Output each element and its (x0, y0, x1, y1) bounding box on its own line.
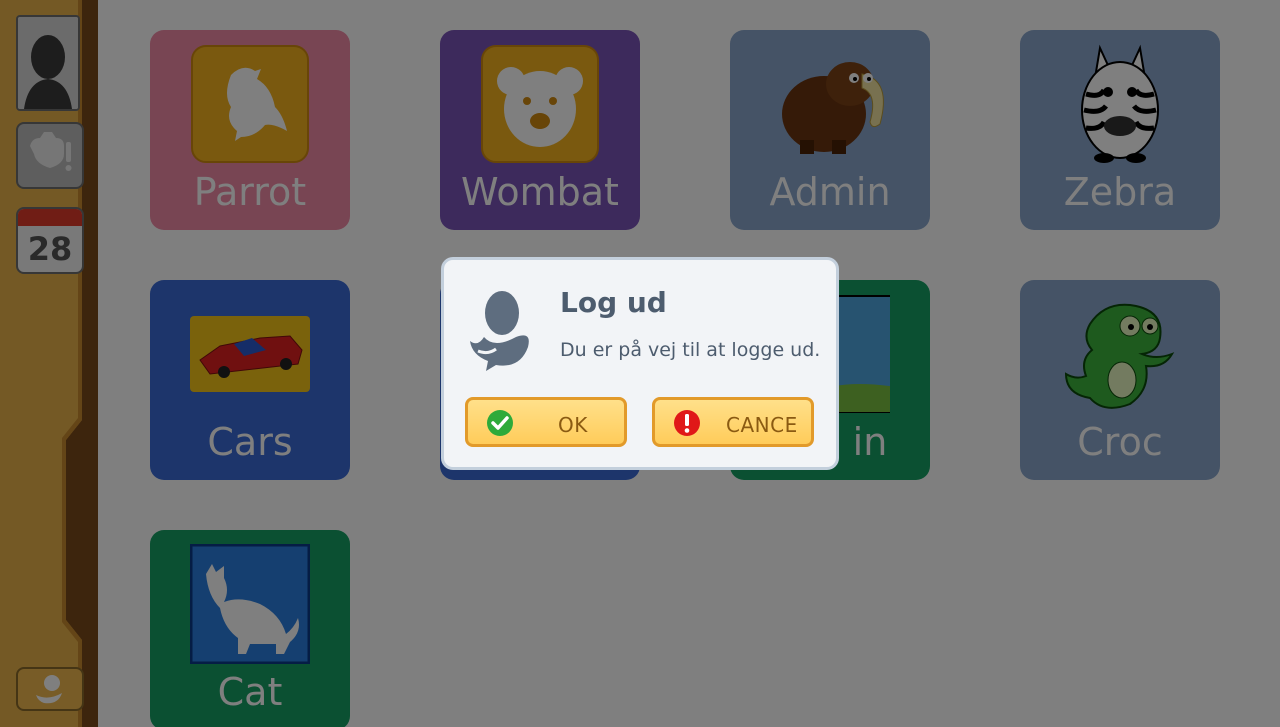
cancel-button[interactable]: CANCE (652, 397, 814, 447)
ok-button[interactable]: OK (465, 397, 627, 447)
cancel-label: CANCE (726, 413, 798, 437)
dialog-title: Log ud (560, 286, 667, 319)
logout-dialog: Log ud Du er på vej til at logge ud. OK … (441, 257, 839, 470)
logout-person-icon (470, 291, 529, 371)
warning-icon (674, 410, 700, 436)
dialog-message: Du er på vej til at logge ud. (560, 339, 821, 361)
ok-label: OK (558, 413, 588, 437)
check-icon (487, 410, 513, 436)
